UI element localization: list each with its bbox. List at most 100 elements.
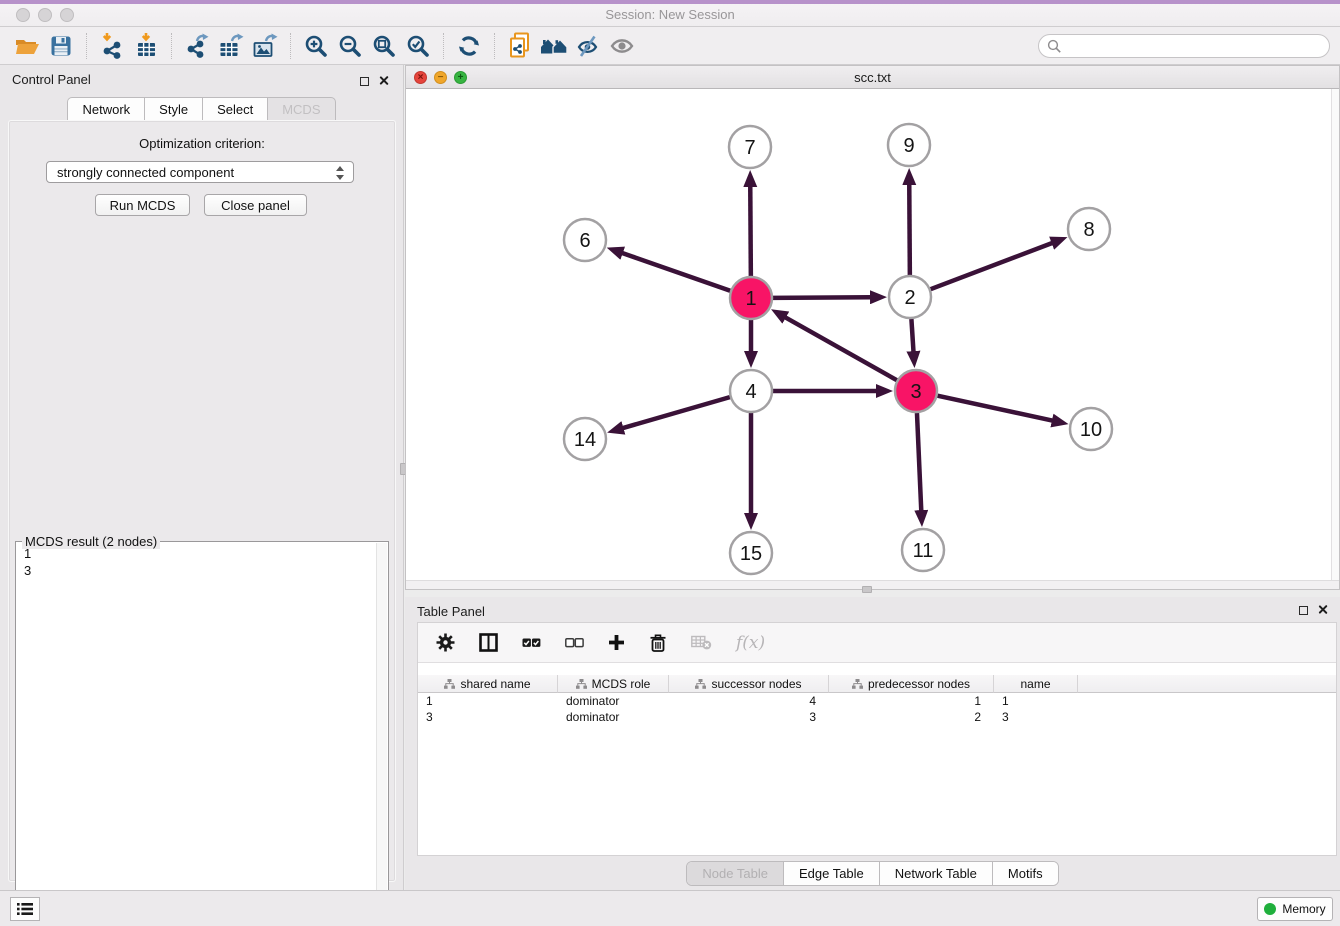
graph-node-label-3: 3 bbox=[910, 381, 921, 403]
table-cell[interactable]: 3 bbox=[418, 709, 558, 725]
search-input[interactable] bbox=[1038, 34, 1330, 58]
refresh-button[interactable] bbox=[452, 31, 486, 61]
tab-network-table[interactable]: Network Table bbox=[880, 862, 993, 885]
node-table: shared name MCDS role successor nodes pr… bbox=[418, 675, 1336, 725]
table-panel-float-button[interactable] bbox=[1299, 602, 1308, 620]
table-body[interactable]: 1dominator4113dominator323 bbox=[418, 693, 1336, 725]
graph-node-label-8: 8 bbox=[1083, 219, 1094, 241]
graph-edge-1-2[interactable] bbox=[773, 297, 871, 298]
tab-select[interactable]: Select bbox=[202, 97, 267, 122]
home-button[interactable] bbox=[537, 31, 571, 61]
table-cell[interactable]: 3 bbox=[994, 709, 1078, 725]
tab-node-table[interactable]: Node Table bbox=[687, 862, 784, 885]
zoom-fit-button[interactable] bbox=[367, 31, 401, 61]
graph-node-label-9: 9 bbox=[903, 135, 914, 157]
select-all-rows-button[interactable] bbox=[522, 637, 541, 649]
table-cell[interactable]: 2 bbox=[829, 709, 994, 725]
export-image-button[interactable] bbox=[248, 31, 282, 61]
status-bar: Memory bbox=[0, 890, 1340, 926]
table-header-row: shared name MCDS role successor nodes pr… bbox=[418, 675, 1336, 693]
table-cell[interactable]: dominator bbox=[558, 709, 669, 725]
column-header-shared-name[interactable]: shared name bbox=[418, 675, 558, 693]
graph-edge-1-6[interactable] bbox=[622, 253, 730, 291]
graph-edge-2-9[interactable] bbox=[909, 184, 910, 275]
table-cell[interactable]: 1 bbox=[418, 693, 558, 709]
criterion-select[interactable]: strongly connected component bbox=[46, 161, 354, 183]
graph-edge-4-14[interactable] bbox=[622, 397, 729, 428]
network-graph[interactable]: 7968124314101511 bbox=[406, 89, 1339, 581]
application-window: Session: New Session bbox=[0, 0, 1340, 926]
graph-edge-3-11[interactable] bbox=[917, 413, 921, 511]
zoom-selected-button[interactable] bbox=[401, 31, 435, 61]
table-cell[interactable]: 3 bbox=[669, 709, 829, 725]
column-header-name[interactable]: name bbox=[994, 675, 1078, 693]
zoom-in-button[interactable] bbox=[299, 31, 333, 61]
table-cell[interactable]: dominator bbox=[558, 693, 669, 709]
zoom-out-icon bbox=[338, 34, 362, 58]
show-graphics-button[interactable] bbox=[605, 31, 639, 61]
table-cell[interactable]: 1 bbox=[994, 693, 1078, 709]
graph-edge-1-7[interactable] bbox=[750, 186, 751, 276]
tab-mcds[interactable]: MCDS bbox=[267, 97, 335, 122]
export-table-button[interactable] bbox=[214, 31, 248, 61]
control-panel-close-button[interactable] bbox=[378, 73, 389, 91]
column-header-filler bbox=[1078, 675, 1336, 693]
function-builder-button[interactable]: f(x) bbox=[736, 633, 765, 653]
table-panel-close-button[interactable] bbox=[1317, 602, 1328, 620]
mcds-result-list[interactable]: 13 bbox=[16, 545, 371, 579]
import-network-button[interactable] bbox=[95, 31, 129, 61]
control-panel-float-button[interactable] bbox=[360, 73, 369, 91]
table-cell[interactable]: 1 bbox=[829, 693, 994, 709]
close-icon bbox=[1317, 604, 1328, 615]
tab-style[interactable]: Style bbox=[144, 97, 202, 122]
window-titlebar: Session: New Session bbox=[0, 0, 1340, 27]
tab-edge-table[interactable]: Edge Table bbox=[784, 862, 880, 885]
graph-edge-3-1[interactable] bbox=[785, 317, 897, 380]
open-file-button[interactable] bbox=[10, 31, 44, 61]
zoom-selected-icon bbox=[406, 34, 430, 58]
table-toolbar: f(x) bbox=[418, 623, 1336, 663]
mcds-result-box: MCDS result (2 nodes) 13 bbox=[15, 541, 389, 911]
graph-edge-2-3[interactable] bbox=[911, 319, 913, 352]
export-network-button[interactable] bbox=[180, 31, 214, 61]
graph-edge-2-8[interactable] bbox=[931, 243, 1053, 289]
graph-node-label-1: 1 bbox=[745, 288, 756, 310]
create-column-button[interactable] bbox=[608, 634, 625, 651]
deselect-all-rows-button[interactable] bbox=[565, 637, 584, 649]
save-session-button[interactable] bbox=[44, 31, 78, 61]
horizontal-splitter-handle[interactable] bbox=[862, 586, 872, 593]
close-panel-button[interactable]: Close panel bbox=[204, 194, 307, 216]
run-mcds-button[interactable]: Run MCDS bbox=[95, 194, 190, 216]
tab-network[interactable]: Network bbox=[67, 97, 144, 122]
network-annotation-button[interactable] bbox=[503, 31, 537, 61]
table-row[interactable]: 3dominator323 bbox=[418, 709, 1336, 725]
close-icon bbox=[378, 75, 389, 86]
save-icon bbox=[50, 35, 72, 57]
hide-eye-icon bbox=[576, 34, 600, 58]
table-row[interactable]: 1dominator411 bbox=[418, 693, 1336, 709]
eye-icon bbox=[609, 34, 635, 58]
export-table-icon bbox=[218, 33, 244, 59]
result-scrollbar[interactable] bbox=[376, 543, 387, 909]
network-vertical-scrollbar[interactable] bbox=[1331, 89, 1339, 581]
network-horizontal-scrollbar[interactable] bbox=[406, 580, 1339, 589]
column-header-predecessor-nodes[interactable]: predecessor nodes bbox=[829, 675, 994, 693]
column-header-successor-nodes[interactable]: successor nodes bbox=[669, 675, 829, 693]
zoom-out-button[interactable] bbox=[333, 31, 367, 61]
unselect-all-icon bbox=[565, 637, 584, 649]
graph-node-label-2: 2 bbox=[904, 287, 915, 309]
table-cell[interactable]: 4 bbox=[669, 693, 829, 709]
delete-table-button[interactable] bbox=[691, 635, 712, 650]
tab-motifs[interactable]: Motifs bbox=[993, 862, 1058, 885]
network-window-titlebar[interactable]: × − + scc.txt bbox=[406, 66, 1339, 89]
graph-edge-3-10[interactable] bbox=[937, 396, 1052, 421]
task-history-button[interactable] bbox=[10, 897, 40, 921]
delete-column-button[interactable] bbox=[649, 633, 667, 652]
column-header-mcds-role[interactable]: MCDS role bbox=[558, 675, 669, 693]
table-settings-button[interactable] bbox=[436, 633, 455, 652]
network-canvas[interactable]: 7968124314101511 bbox=[406, 89, 1339, 581]
import-table-button[interactable] bbox=[129, 31, 163, 61]
memory-button[interactable]: Memory bbox=[1257, 897, 1333, 921]
hide-graphics-button[interactable] bbox=[571, 31, 605, 61]
show-columns-button[interactable] bbox=[479, 633, 498, 652]
